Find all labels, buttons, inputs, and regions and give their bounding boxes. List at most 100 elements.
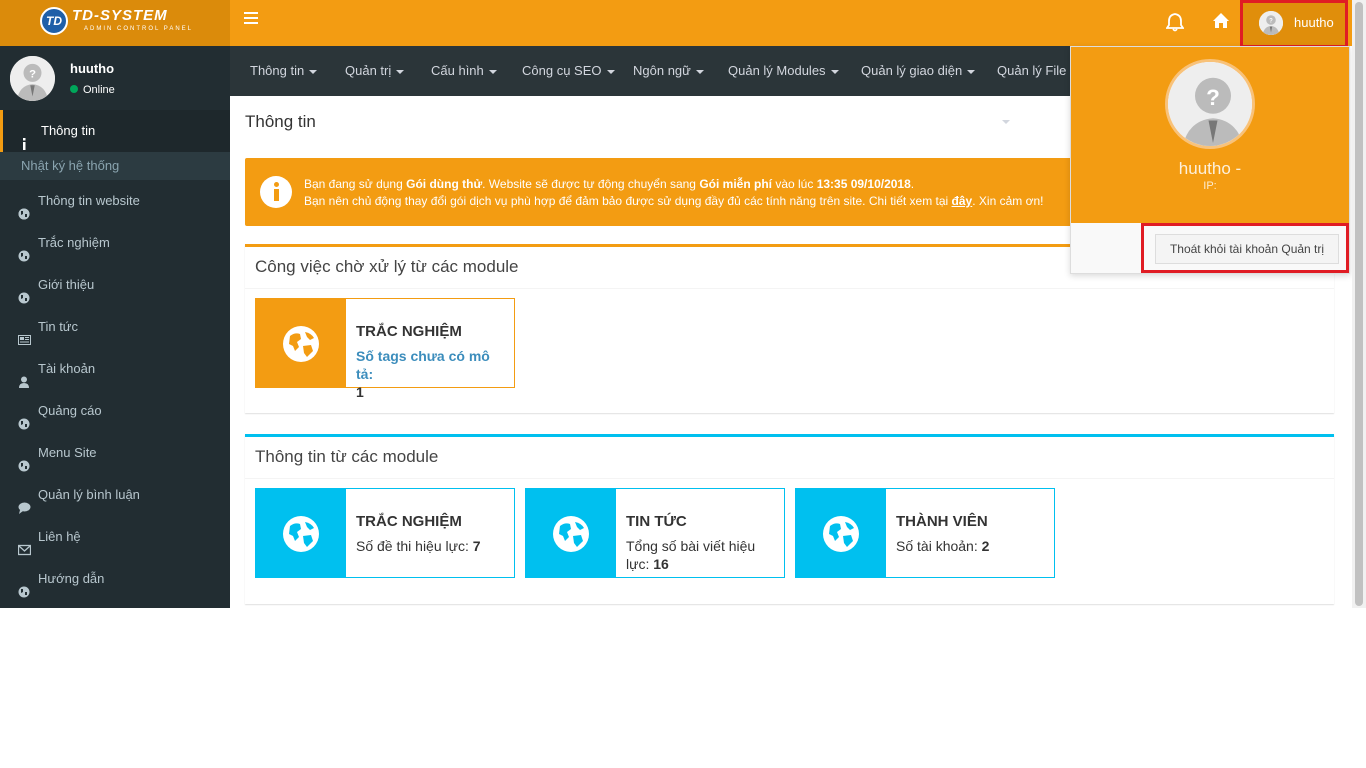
user-menu-name: huutho [1294,15,1334,30]
module-card-tin-tuc[interactable]: TIN TỨC Tổng số bài viết hiệu lực: 16 [525,488,785,578]
sidebar-item-label: Thông tin website [38,193,140,208]
card-detail: Tổng số bài viết hiệu lực: 16 [626,538,756,572]
dropdown-ip: IP: [1203,180,1217,192]
sidebar-item-label: Tin tức [38,319,79,334]
logout-highlight: Thoát khỏi tài khoản Quản trị [1141,223,1349,273]
globe-icon [18,195,30,220]
caret-down-icon [1002,119,1010,124]
card-detail: Số đề thi hiệu lực: 7 [356,538,481,554]
nav-item-quan-ly-giao-dien[interactable]: Quản lý giao diện [861,46,976,96]
globe-icon [18,405,30,430]
sidebar-item-label: Tài khoản [38,361,96,376]
info-icon [18,125,30,150]
card-title: TIN TỨC [626,513,687,530]
globe-icon [18,237,30,262]
sidebar-item-label: Menu Site [38,445,97,460]
envelope-icon [17,531,32,556]
sidebar: huutho Online Thông tin Nhật ký hệ thống… [0,46,230,608]
sidebar-username: huutho [70,61,115,76]
avatar [1165,59,1255,149]
status-badge: Online [70,84,115,96]
sidebar-item-label: Giới thiệu [38,277,95,292]
globe-icon [18,279,30,304]
details-link[interactable]: đây [952,194,973,208]
pending-card-trac-nghiem[interactable]: TRẮC NGHIỆM Số tags chưa có mô tả: 1 [255,298,515,400]
user-icon [18,363,30,388]
sidebar-subitem-nhat-ky[interactable]: Nhật ký hệ thống [0,152,230,180]
sidebar-item-quang-cao[interactable]: Quảng cáo [0,390,230,432]
comment-icon [18,489,31,514]
nav-item-quan-ly-file[interactable]: Quản lý File [997,46,1070,124]
newspaper-icon [18,321,31,345]
globe-icon [256,489,346,577]
globe-icon [796,489,886,577]
module-card-thanh-vien[interactable]: THÀNH VIÊN Số tài khoản: 2 [795,488,1055,578]
logo-text: TD-SYSTEM [72,7,168,24]
sidebar-item-trac-nghiem[interactable]: Trắc nghiệm [0,222,230,264]
user-menu-button[interactable]: huutho [1240,0,1348,48]
caret-down-icon [396,69,405,74]
avatar [1259,11,1283,35]
bell-icon[interactable] [1165,12,1185,32]
logout-button[interactable]: Thoát khỏi tài khoản Quản trị [1155,234,1339,264]
scrollbar-thumb[interactable] [1355,2,1363,606]
scrollbar[interactable] [1352,0,1366,608]
sidebar-item-label: Quản lý bình luận [38,487,140,502]
trial-alert: Bạn đang sử dụng Gói dùng thử. Website s… [245,158,1075,226]
card-detail: Số tags chưa có mô tả: 1 [356,348,490,400]
info-circle-icon [260,176,292,208]
alert-line-2: Bạn nên chủ động thay đổi gói dịch vụ ph… [304,194,1044,208]
alert-line-1: Bạn đang sử dụng Gói dùng thử. Website s… [304,177,915,191]
card-detail: Số tài khoản: 2 [896,538,990,554]
caret-down-icon [967,69,976,74]
online-dot-icon [70,85,78,93]
caret-down-icon [309,69,318,74]
card-title: THÀNH VIÊN [896,513,988,530]
globe-icon [526,489,616,577]
sidebar-item-tai-khoan[interactable]: Tài khoản [0,348,230,390]
caret-down-icon [606,69,615,74]
brand-logo[interactable]: TD TD-SYSTEM ADMIN CONTROL PANEL [0,0,230,46]
nav-item-cau-hinh[interactable]: Cấu hình [431,46,497,96]
sidebar-item-quan-ly-binh-luan[interactable]: Quản lý bình luận [0,474,230,516]
globe-icon [256,299,346,387]
box-title: Thông tin từ các module [255,447,439,466]
page-title: Thông tin [245,112,316,131]
box-title: Công việc chờ xử lý từ các module [255,257,519,276]
logo-subtitle: ADMIN CONTROL PANEL [84,26,194,32]
menu-icon[interactable] [244,12,258,24]
card-title: TRẮC NGHIỆM [356,323,462,340]
nav-item-ngon-ngu[interactable]: Ngôn ngữ [633,46,704,96]
caret-down-icon [488,69,497,74]
caret-down-icon [695,69,704,74]
card-title: TRẮC NGHIỆM [356,513,462,530]
top-header: TD TD-SYSTEM ADMIN CONTROL PANEL huutho [0,0,1366,48]
avatar [10,56,55,101]
nav-item-cong-cu-seo[interactable]: Công cụ SEO [522,46,615,96]
sidebar-item-label: Trắc nghiệm [38,235,110,250]
sidebar-item-menu-site[interactable]: Menu Site [0,432,230,474]
user-dropdown: huutho - IP: Thoát khỏi tài khoản Quản t… [1070,46,1350,274]
sidebar-item-tin-tuc[interactable]: Tin tức [0,306,230,348]
sidebar-item-thong-tin-website[interactable]: Thông tin website [0,180,230,222]
sidebar-item-huong-dan[interactable]: Hướng dẫn [0,558,230,600]
sidebar-user-panel: huutho Online [0,46,230,110]
module-info-box: Thông tin từ các module TRẮC NGHIỆM Số đ… [245,434,1334,604]
sidebar-item-gioi-thieu[interactable]: Giới thiệu [0,264,230,306]
globe-icon [18,447,30,472]
module-card-trac-nghiem[interactable]: TRẮC NGHIỆM Số đề thi hiệu lực: 7 [255,488,515,578]
sidebar-item-label: Quảng cáo [38,403,102,418]
nav-item-quan-ly-modules[interactable]: Quản lý Modules [728,46,839,96]
user-dropdown-header: huutho - IP: [1071,47,1349,223]
dropdown-username: huutho - [1178,159,1242,178]
nav-item-thong-tin[interactable]: Thông tin [250,46,318,96]
top-navbar: Thông tin Quản trị Cấu hình Công cụ SEO … [230,46,1070,124]
sidebar-item-lien-he[interactable]: Liên hệ [0,516,230,558]
caret-down-icon [830,69,839,74]
sidebar-item-thong-tin[interactable]: Thông tin [0,110,230,152]
nav-item-quan-tri[interactable]: Quản trị [345,46,405,96]
logo-mark: TD [40,7,68,35]
home-icon[interactable] [1212,12,1230,30]
sidebar-item-label: Thông tin [41,123,96,138]
sidebar-item-label: Liên hệ [38,529,81,544]
